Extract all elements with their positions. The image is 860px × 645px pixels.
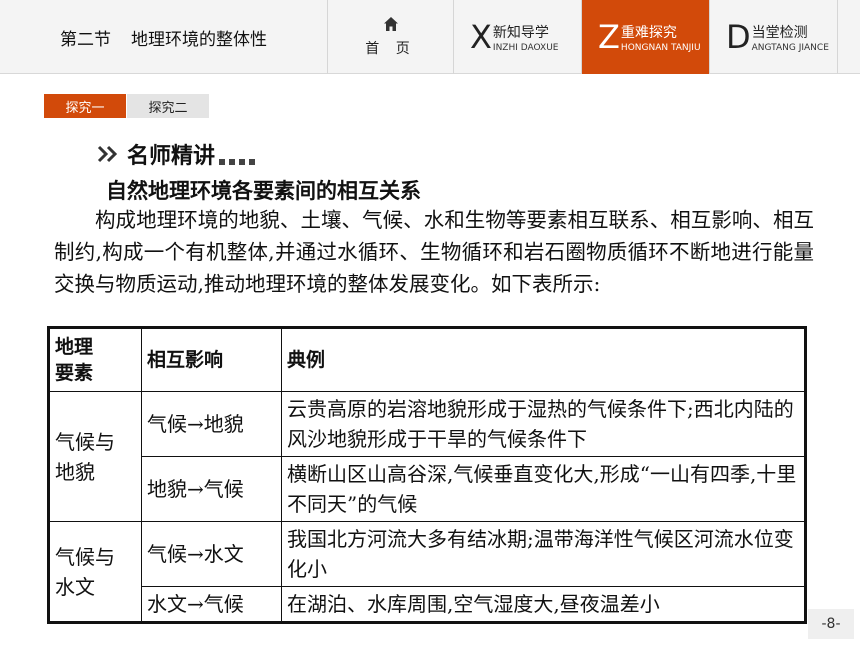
tab-xinzhi-daoxue[interactable]: X 新知导学 INZHI DAOXUE [454,0,582,74]
cell-example: 在湖泊、水库周围,空气湿度大,昼夜温差小 [281,586,806,623]
section-title: 第二节 地理环境的整体性 [0,0,328,74]
home-button[interactable]: 首 页 [328,0,454,74]
home-icon [383,17,398,31]
section-header-label: 名师精讲 [127,143,216,169]
table-row: 气候与 地貌 气候→地貌 云贵高原的岩溶地貌形成于湿热的气候条件下;西北内陆的风… [48,391,806,522]
table-row: 地貌→气候 横断山区山高谷深,气候垂直变化大,形成“一山有四季,十里不同天”的气… [49,456,806,522]
table-header-row: 地理 要素 相互影响 典例 [48,327,806,392]
tab-label: 重难探究 [620,24,677,41]
cell-influence: 气候→水文 [141,521,282,587]
tab-letter: X [470,18,492,56]
element-text: 气候与 水文 [55,544,115,599]
top-navigation-bar: 第二节 地理环境的整体性 首 页 X 新知导学 INZHI DAOXUE Z 重… [0,0,860,74]
section-number: 第二节 [60,29,111,50]
tab-pinyin: INZHI DAOXUE [492,42,559,53]
subtab-tanjiu-1[interactable]: 探究一 [44,94,126,118]
header-element-text: 地理 要素 [55,336,94,384]
page-number: -8- [808,609,854,639]
tab-pinyin: HONGNAN TANJIU [620,42,701,53]
subtab-tanjiu-2[interactable]: 探究二 [127,94,209,118]
header-element: 地理 要素 [48,327,142,392]
content-subtitle: 自然地理环境各要素间的相互关系 [106,179,421,203]
double-chevron-icon [97,145,118,163]
cell-influence: 水文→气候 [141,586,282,623]
element-text: 气候与 地貌 [55,429,115,484]
section-header: 名师精讲 [97,138,259,170]
cell-influence: 气候→地貌 [141,391,282,457]
cell-influence: 地貌→气候 [141,456,282,522]
content-paragraph: 构成地理环境的地貌、土壤、气候、水和生物等要素相互联系、相互影响、相互制约,构成… [54,208,814,296]
tab-dangtang-jiance[interactable]: D 当堂检测 ANGTANG JIANCE [710,0,838,74]
cell-element: 气候与 水文 [48,521,142,623]
tab-letter: Z [598,18,620,56]
cell-example: 横断山区山高谷深,气候垂直变化大,形成“一山有四季,十里不同天”的气候 [281,456,806,522]
cell-example: 我国北方河流大多有结冰期;温带海洋性气候区河流水位变化小 [281,521,806,587]
tab-pinyin: ANGTANG JIANCE [751,42,829,53]
geo-elements-table: 地理 要素 相互影响 典例 气候与 地貌 气候→地貌 云贵高原的岩溶地貌形成于湿… [47,326,807,624]
table-row: 气候与 水文 气候→水文 我国北方河流大多有结冰期;温带海洋性气候区河流水位变化… [48,521,806,623]
cell-element: 气候与 地貌 [48,391,142,522]
decorative-dots [219,143,259,165]
tab-label: 当堂检测 [751,24,808,41]
section-name: 地理环境的整体性 [131,29,267,50]
tab-letter: D [726,18,751,56]
home-label: 首 页 [365,41,416,57]
table-row: 水文→气候 在湖泊、水库周围,空气湿度大,昼夜温差小 [49,586,806,623]
header-example: 典例 [281,327,806,392]
header-influence: 相互影响 [141,327,282,392]
tab-zhongnan-tanjiu[interactable]: Z 重难探究 HONGNAN TANJIU [582,0,710,74]
cell-example: 云贵高原的岩溶地貌形成于湿热的气候条件下;西北内陆的风沙地貌形成于干旱的气候条件… [281,391,806,457]
tab-label: 新知导学 [492,24,549,41]
